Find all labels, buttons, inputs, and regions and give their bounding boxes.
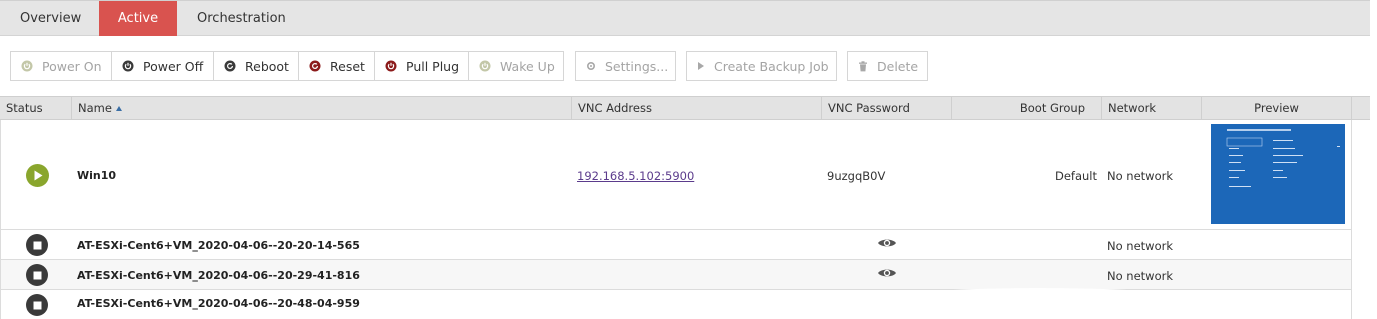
column-header-vnc-address[interactable]: VNC Address xyxy=(572,97,822,120)
column-label: VNC Password xyxy=(828,101,910,115)
power-off-button[interactable]: Power Off xyxy=(111,51,214,81)
vm-preview-thumbnail[interactable] xyxy=(1211,124,1345,224)
pull-plug-label: Pull Plug xyxy=(406,58,460,74)
column-header-preview[interactable]: Preview xyxy=(1202,97,1352,120)
column-header-name[interactable]: Name xyxy=(72,97,572,120)
tab-bar: Overview Active Orchestration xyxy=(0,0,1370,36)
reset-label: Reset xyxy=(330,58,365,74)
table-row[interactable]: AT-ESXi-Cent6+VM_2020-04-06--20-20-14-56… xyxy=(0,230,1352,260)
power-off-label: Power Off xyxy=(143,58,204,74)
vm-name: Win10 xyxy=(77,169,117,182)
power-icon xyxy=(479,59,491,73)
column-label: VNC Address xyxy=(578,101,652,115)
network: No network xyxy=(1107,169,1173,183)
column-header-status[interactable]: Status xyxy=(0,97,72,120)
column-header-boot-group[interactable]: Boot Group xyxy=(952,97,1102,120)
reboot-button[interactable]: Reboot xyxy=(213,51,299,81)
play-icon xyxy=(697,59,705,73)
pull-plug-button[interactable]: Pull Plug xyxy=(374,51,469,81)
stop-icon xyxy=(26,294,48,316)
column-label: Network xyxy=(1108,101,1157,115)
wake-up-label: Wake Up xyxy=(500,58,555,74)
vm-name: AT-ESXi-Cent6+VM_2020-04-06--20-29-41-81… xyxy=(77,269,360,282)
reset-button[interactable]: Reset xyxy=(298,51,375,81)
tab-orchestration[interactable]: Orchestration xyxy=(177,1,306,36)
vm-name: AT-ESXi-Cent6+VM_2020-04-06--20-20-14-56… xyxy=(77,239,360,252)
create-backup-job-label: Create Backup Job xyxy=(714,58,829,74)
table-row[interactable]: Win10 192.168.5.102:5900 9uzgqB0V Defaul… xyxy=(0,120,1352,230)
sort-ascending-icon xyxy=(115,106,122,111)
column-label: Name xyxy=(78,101,112,115)
column-label: Boot Group xyxy=(1019,101,1085,115)
reset-icon xyxy=(309,59,321,73)
column-label: Preview xyxy=(1254,101,1299,115)
table-header: Status Name VNC Address VNC Password Boo… xyxy=(0,96,1370,120)
vnc-password: 9uzgqB0V xyxy=(827,169,886,183)
status-running xyxy=(26,164,49,187)
vm-name: AT-ESXi-Cent6+VM_2020-04-06--20-48-04-95… xyxy=(77,297,360,310)
stop-icon xyxy=(26,264,48,286)
network: No network xyxy=(1107,269,1173,283)
stop-icon xyxy=(26,234,48,256)
table-row[interactable]: AT-ESXi-Cent6+VM_2020-04-06--20-29-41-81… xyxy=(0,260,1352,290)
reboot-icon xyxy=(224,59,236,73)
tab-active[interactable]: Active xyxy=(99,1,177,36)
trash-icon xyxy=(858,59,868,73)
play-icon xyxy=(26,164,49,187)
plug-icon xyxy=(385,59,397,73)
network: No network xyxy=(1107,239,1173,253)
delete-label: Delete xyxy=(877,58,919,74)
eye-icon[interactable] xyxy=(877,237,897,252)
status-stopped xyxy=(26,294,48,316)
power-icon xyxy=(122,59,134,73)
eye-icon[interactable] xyxy=(877,267,897,282)
settings-button[interactable]: Settings... xyxy=(575,51,676,81)
boot-group: Default xyxy=(1054,169,1097,183)
wake-up-button[interactable]: Wake Up xyxy=(468,51,564,81)
create-backup-job-button[interactable]: Create Backup Job xyxy=(686,51,837,81)
column-header-vnc-password[interactable]: VNC Password xyxy=(822,97,952,120)
reboot-label: Reboot xyxy=(245,58,289,74)
gear-icon xyxy=(586,59,596,73)
vnc-address-text[interactable]: 192.168.5.102:5900 xyxy=(577,169,694,183)
status-stopped xyxy=(26,234,48,256)
vnc-address-link[interactable]: 192.168.5.102:5900 xyxy=(577,169,694,183)
settings-label: Settings... xyxy=(605,58,669,74)
power-on-button[interactable]: Power On xyxy=(10,51,112,81)
status-stopped xyxy=(26,264,48,286)
column-label: Status xyxy=(6,101,43,115)
tab-overview[interactable]: Overview xyxy=(0,1,101,36)
power-on-label: Power On xyxy=(42,58,102,74)
delete-button[interactable]: Delete xyxy=(847,51,928,81)
power-icon xyxy=(21,59,33,73)
column-header-network[interactable]: Network xyxy=(1102,97,1202,120)
